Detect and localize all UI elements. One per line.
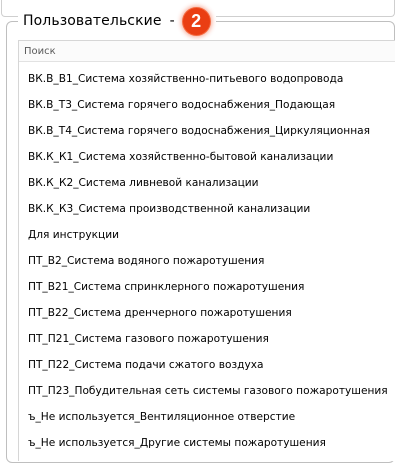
list-item[interactable]: ПТ_В2_Система водяного пожаротушения: [19, 248, 395, 274]
list-item[interactable]: ВК.В_Т3_Система горячего водоснабжения_П…: [19, 92, 395, 118]
list-item[interactable]: ПТ_В21_Система спринклерного пожаротушен…: [19, 274, 395, 300]
list-item[interactable]: ВК.В_В1_Система хозяйственно-питьевого в…: [19, 66, 395, 92]
list-item[interactable]: ПТ_П21_Система газового пожаротушения: [19, 326, 395, 352]
list-item[interactable]: ПТ_П22_Система подачи сжатого воздуха: [19, 352, 395, 378]
list-item[interactable]: ВК.В_Т4_Система горячего водоснабжения_Ц…: [19, 118, 395, 144]
list-item[interactable]: ВК.К_К3_Система производственной канализ…: [19, 196, 395, 222]
list-item[interactable]: Для инструкции: [19, 222, 395, 248]
list-item[interactable]: ВК.К_К1_Система хозяйственно-бытовой кан…: [19, 144, 395, 170]
group-title: Пользовательские: [23, 13, 162, 29]
group-title-dash: -: [169, 13, 175, 29]
systems-list[interactable]: ВК.В_В1_Система хозяйственно-питьевого в…: [18, 40, 395, 461]
systems-list-items: ВК.В_В1_Система хозяйственно-питьевого в…: [19, 66, 395, 456]
list-item[interactable]: ъ_Не используется_Другие системы пожарот…: [19, 430, 395, 456]
list-item[interactable]: ПТ_В22_Система дренчерного пожаротушения: [19, 300, 395, 326]
search-header: [19, 41, 395, 62]
step-badge: 2: [182, 7, 210, 35]
list-item[interactable]: ъ_Не используется_Вентиляционное отверст…: [19, 404, 395, 430]
group-header: Пользовательские - 2: [18, 7, 216, 35]
list-item[interactable]: ВК.К_К2_Система ливневой канализации: [19, 170, 395, 196]
list-item[interactable]: ПТ_П23_Побудительная сеть системы газово…: [19, 378, 395, 404]
search-input[interactable]: [24, 43, 384, 59]
